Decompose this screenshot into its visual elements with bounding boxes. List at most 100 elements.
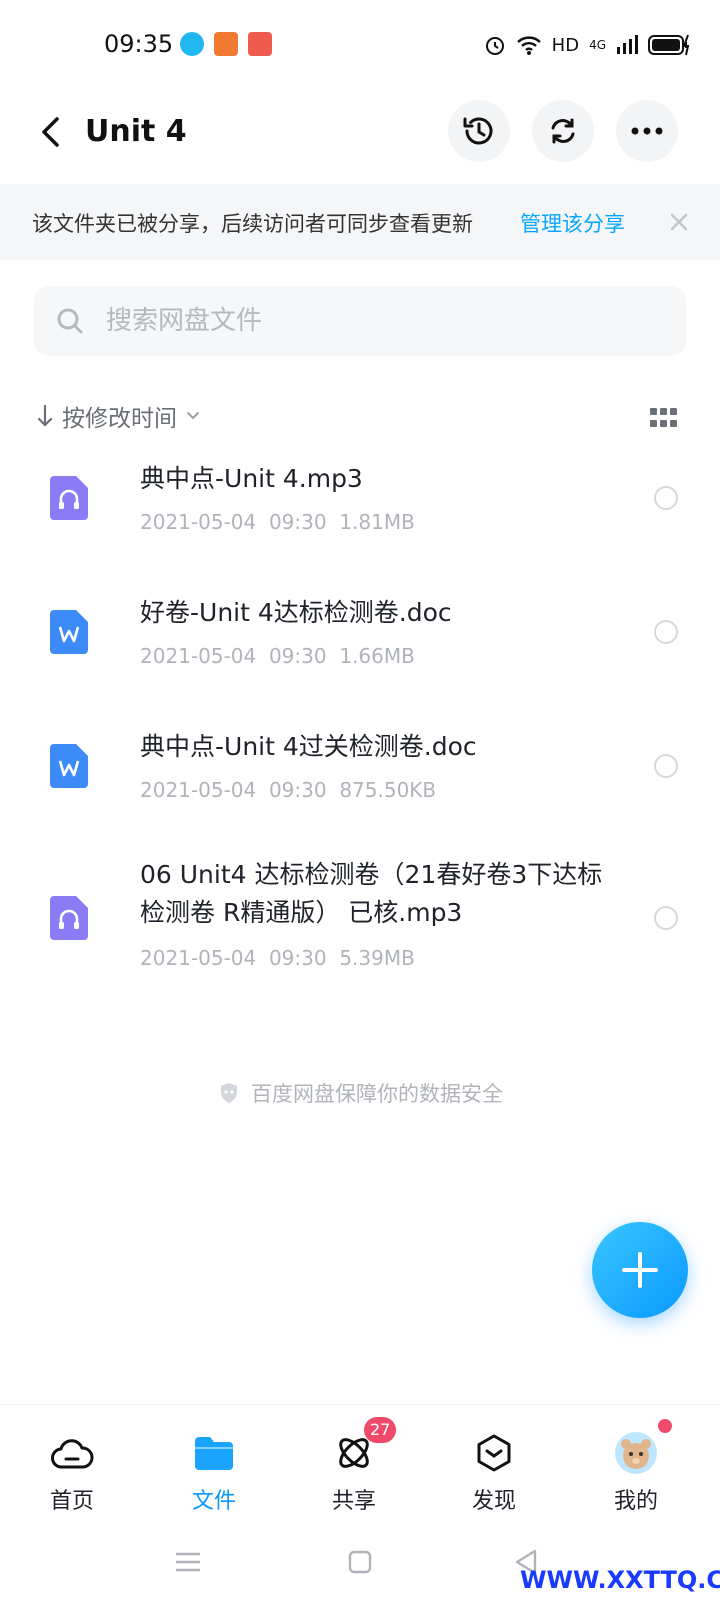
sync-button[interactable]	[532, 100, 594, 162]
file-row[interactable]: 06 Unit4 达标检测卷（21春好卷3下达标检测卷 R精通版） 已核.mp3…	[0, 842, 720, 1012]
cloud-home-icon	[50, 1431, 94, 1475]
sync-icon	[551, 118, 575, 144]
file-date: 2021-05-04	[140, 946, 257, 970]
file-select-checkbox[interactable]	[654, 754, 678, 778]
file-size: 1.66MB	[339, 644, 415, 668]
nav-item-discover[interactable]: 发现	[444, 1423, 544, 1523]
more-button[interactable]	[616, 100, 678, 162]
signal-icon	[617, 35, 638, 54]
app-icon	[214, 32, 238, 56]
file-select-checkbox[interactable]	[654, 906, 678, 930]
search-bar[interactable]	[34, 286, 686, 356]
status-bar: 09:35 HD 4G	[0, 0, 720, 90]
search-input[interactable]	[106, 296, 666, 346]
file-select-checkbox[interactable]	[654, 620, 678, 644]
wifi-icon	[516, 36, 541, 55]
nav-label: 我的	[613, 1489, 658, 1514]
battery-icon	[648, 34, 690, 56]
nav-label: 首页	[49, 1489, 94, 1514]
history-button[interactable]	[448, 100, 510, 162]
back-button[interactable]	[30, 108, 70, 156]
file-name: 06 Unit4 达标检测卷（21春好卷3下达标检测卷 R精通版） 已核.mp3	[140, 860, 603, 927]
file-row[interactable]: 典中点-Unit 4.mp3 2021-05-04 09:30 1.81MB	[0, 440, 720, 574]
header: Unit 4	[0, 88, 720, 188]
menu-button[interactable]	[168, 1544, 208, 1580]
nav-item-home[interactable]: 首页	[22, 1423, 122, 1523]
nav-label: 发现	[471, 1489, 516, 1514]
file-time: 09:30	[268, 946, 327, 970]
nav-item-me[interactable]: 我的	[586, 1419, 686, 1523]
arrow-down-icon	[37, 404, 53, 427]
nav-item-share[interactable]: 27 共享	[304, 1417, 404, 1523]
word-doc-icon	[50, 744, 88, 788]
file-meta: 2021-05-04 09:30 5.39MB	[140, 946, 415, 970]
grid-view-button[interactable]	[650, 408, 678, 428]
file-name: 典中点-Unit 4过关检测卷.doc	[140, 732, 477, 761]
folder-icon	[192, 1431, 236, 1475]
file-size: 875.50KB	[339, 778, 437, 802]
file-select-checkbox[interactable]	[654, 486, 678, 510]
menu-icon	[176, 1552, 200, 1572]
bottom-nav: 首页 文件 27 共享 发现 我的	[0, 1404, 720, 1524]
file-size: 1.81MB	[339, 510, 415, 534]
file-date: 2021-05-04	[140, 510, 257, 534]
signal-label: 4G	[589, 38, 606, 52]
file-time: 09:30	[268, 510, 327, 534]
sort-control[interactable]: 按修改时间	[36, 396, 201, 436]
notification-badge: 27	[364, 1417, 397, 1443]
grid-dot	[660, 408, 667, 415]
grid-dot	[650, 408, 657, 415]
file-time: 09:30	[268, 778, 327, 802]
chevron-left-icon	[42, 117, 59, 147]
word-doc-icon	[50, 610, 88, 654]
nav-label: 文件	[191, 1489, 236, 1514]
audio-file-icon	[50, 476, 88, 520]
status-indicators: HD 4G	[484, 32, 692, 58]
share-banner-text: 该文件夹已被分享，后续访问者可同步查看更新	[32, 212, 473, 236]
notification-dot	[658, 1419, 672, 1433]
network-label: HD	[551, 34, 580, 56]
qq-icon	[180, 32, 204, 56]
file-name: 好卷-Unit 4达标检测卷.doc	[140, 598, 452, 627]
history-icon	[463, 117, 493, 145]
file-size: 5.39MB	[339, 946, 415, 970]
more-dots-icon	[631, 127, 663, 135]
file-meta: 2021-05-04 09:30 1.81MB	[140, 510, 415, 534]
grid-dot	[670, 408, 677, 415]
security-note: 百度网盘保障你的数据安全	[0, 1078, 720, 1108]
file-time: 09:30	[268, 644, 327, 668]
file-meta: 2021-05-04 09:30 1.66MB	[140, 644, 415, 668]
shield-icon	[221, 1083, 237, 1103]
file-row[interactable]: 好卷-Unit 4达标检测卷.doc 2021-05-04 09:30 1.66…	[0, 574, 720, 708]
plus-icon	[622, 1252, 658, 1288]
audio-file-icon	[50, 896, 88, 940]
chevron-down-icon	[187, 412, 199, 420]
nav-item-files[interactable]: 文件	[164, 1423, 264, 1523]
manage-share-link[interactable]: 管理该分享	[520, 208, 625, 238]
file-row[interactable]: 典中点-Unit 4过关检测卷.doc 2021-05-04 09:30 875…	[0, 708, 720, 842]
grid-dot	[670, 419, 677, 427]
file-name: 典中点-Unit 4.mp3	[140, 464, 363, 493]
security-note-text: 百度网盘保障你的数据安全	[251, 1082, 503, 1106]
home-button[interactable]	[340, 1544, 380, 1580]
status-time: 09:35	[104, 30, 174, 58]
add-button[interactable]	[592, 1222, 688, 1318]
watermark: WWW.XXTTQ.COM	[520, 1566, 720, 1594]
search-icon	[57, 308, 83, 334]
share-banner: 该文件夹已被分享，后续访问者可同步查看更新 管理该分享	[0, 184, 720, 260]
banner-close-button[interactable]	[664, 202, 694, 242]
square-icon	[348, 1550, 372, 1574]
discover-box-icon	[472, 1431, 516, 1475]
file-date: 2021-05-04	[140, 644, 257, 668]
file-meta: 2021-05-04 09:30 875.50KB	[140, 778, 436, 802]
alarm-icon	[485, 37, 504, 55]
close-icon	[670, 213, 688, 231]
screen: 09:35 HD 4G Unit 4 该文件夹已被分享，后续访问者可同步查看更新…	[0, 0, 720, 1600]
grid-dot	[660, 419, 667, 427]
nav-label: 共享	[331, 1489, 376, 1514]
file-date: 2021-05-04	[140, 778, 257, 802]
page-title: Unit 4	[85, 114, 187, 149]
grid-dot	[650, 419, 657, 427]
avatar-icon	[614, 1431, 658, 1475]
app-icon	[248, 32, 272, 56]
